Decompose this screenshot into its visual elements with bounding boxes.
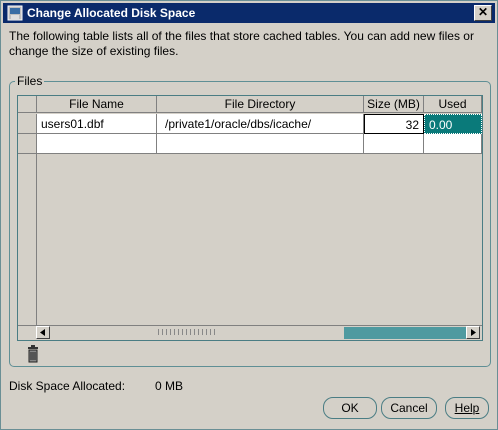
trash-icon[interactable]: [25, 345, 41, 363]
help-button[interactable]: Help: [445, 397, 489, 419]
cell-used[interactable]: [424, 134, 482, 154]
scroll-left-button[interactable]: [36, 326, 50, 339]
cell-file-directory[interactable]: [157, 134, 364, 154]
cell-file-name[interactable]: [37, 134, 157, 154]
table-header: File Name File Directory Size (MB) Used: [18, 96, 482, 114]
files-table[interactable]: File Name File Directory Size (MB) Used …: [17, 95, 483, 341]
scrollbar-grip: [158, 329, 218, 335]
ok-button[interactable]: OK: [323, 397, 377, 419]
disk-space-icon: [7, 5, 23, 21]
disk-space-value: 0 MB: [155, 379, 184, 393]
column-header-size[interactable]: Size (MB): [364, 96, 424, 113]
close-icon: ✕: [477, 5, 489, 19]
column-header-file-directory[interactable]: File Directory: [157, 96, 364, 113]
horizontal-scrollbar[interactable]: [18, 325, 482, 340]
corner-cell: [18, 96, 37, 113]
row-header[interactable]: [18, 114, 37, 134]
cell-size[interactable]: [364, 134, 424, 154]
files-group-label: Files: [15, 74, 45, 88]
column-header-file-name[interactable]: File Name: [37, 96, 157, 113]
column-header-used[interactable]: Used: [424, 96, 482, 113]
scroll-right-button[interactable]: [466, 326, 480, 339]
title-bar[interactable]: Change Allocated Disk Space ✕: [3, 3, 495, 23]
table-row[interactable]: users01.dbf /private1/oracle/dbs/icache/…: [18, 114, 482, 134]
table-empty-area: [37, 154, 482, 326]
scroll-thumb[interactable]: [344, 327, 466, 339]
arrow-left-icon: [40, 329, 45, 336]
cell-file-directory[interactable]: /private1/oracle/dbs/icache/: [157, 114, 364, 134]
cell-used[interactable]: 0.00: [424, 114, 482, 134]
close-button[interactable]: ✕: [474, 5, 492, 21]
arrow-right-icon: [471, 329, 476, 336]
cell-file-name[interactable]: users01.dbf: [37, 114, 157, 134]
row-header-column: [18, 154, 37, 326]
cancel-button[interactable]: Cancel: [381, 397, 437, 419]
table-row[interactable]: [18, 134, 482, 154]
dialog-window: Change Allocated Disk Space ✕ The follow…: [0, 0, 498, 430]
cell-size[interactable]: 32: [364, 114, 424, 134]
disk-space-label: Disk Space Allocated:: [9, 379, 126, 393]
row-header[interactable]: [18, 134, 37, 154]
description-text: The following table lists all of the fil…: [9, 29, 474, 58]
dialog-title: Change Allocated Disk Space: [27, 6, 196, 20]
